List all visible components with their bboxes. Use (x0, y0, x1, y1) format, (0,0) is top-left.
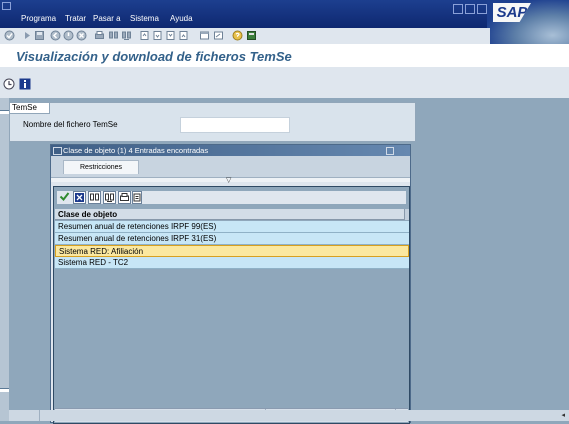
tab-restricciones[interactable]: Restricciones (63, 160, 140, 174)
help-icon[interactable] (232, 30, 243, 41)
info-icon[interactable] (19, 78, 31, 90)
print-icon[interactable] (118, 191, 131, 204)
save-icon[interactable] (34, 30, 45, 41)
execute-icon[interactable] (3, 78, 15, 90)
cancel-icon[interactable] (73, 191, 86, 204)
back-icon[interactable] (50, 30, 61, 41)
command-field-icon[interactable] (22, 30, 33, 41)
menu-tratar[interactable]: Tratar (65, 14, 86, 23)
object-class-dialog: Clase de objeto (1) 4 Entradas encontrad… (50, 144, 411, 424)
left-edge-strip (0, 98, 9, 421)
window-controls (453, 4, 487, 14)
menu-pasar-a[interactable]: Pasar a (93, 14, 121, 23)
last-page-icon[interactable] (178, 30, 189, 41)
menu-programa[interactable]: Programa (21, 14, 56, 23)
dialog-content: Clase de objeto Resumen anual de retenci… (53, 186, 410, 424)
list-item[interactable]: Resumen anual de retenciones IRPF 99(ES) (55, 221, 409, 233)
find-next-icon[interactable] (103, 191, 116, 204)
find-icon[interactable] (88, 191, 101, 204)
application-toolbar (0, 67, 569, 98)
list-header-label: Clase de objeto (58, 210, 118, 219)
print-icon[interactable] (94, 30, 105, 41)
menu-bar: Programa Tratar Pasar a Sistema Ayuda SA… (0, 0, 569, 44)
temse-group-box: TemSe Nombre del fichero TemSe (9, 102, 416, 142)
cancel-icon[interactable] (76, 30, 87, 41)
group-box-title: TemSe (10, 103, 50, 114)
scroll-right-icon[interactable]: ◂ (561, 410, 565, 421)
dialog-title-bar: Clase de objeto (1) 4 Entradas encontrad… (51, 145, 410, 156)
object-class-list: Clase de objeto Resumen anual de retenci… (55, 209, 409, 409)
title-area: Visualización y download de ficheros Tem… (0, 44, 569, 67)
menu-sistema[interactable]: Sistema (130, 14, 159, 23)
exit-icon[interactable] (63, 30, 74, 41)
main-horizontal-scrollbar[interactable]: ◂ (9, 410, 569, 421)
list-item-selected[interactable]: Sistema RED: Afiliación (55, 245, 409, 257)
copy-checkmark-icon[interactable] (59, 191, 70, 202)
shortcut-icon[interactable] (213, 30, 224, 41)
close-window-icon[interactable] (477, 4, 487, 14)
find-icon[interactable] (108, 30, 119, 41)
temse-file-name-input[interactable] (180, 117, 290, 133)
expand-restrictions-icon[interactable]: ▽ (226, 177, 231, 184)
sap-logo-text: SAP (493, 3, 531, 22)
dialog-tabstrip: Restricciones (51, 156, 410, 177)
system-menu-icon[interactable] (2, 2, 11, 10)
minimize-icon[interactable] (453, 4, 463, 14)
column-resize-handle[interactable] (404, 209, 409, 220)
edge-marker (0, 110, 9, 114)
maximize-icon[interactable] (465, 4, 475, 14)
dialog-close-icon[interactable] (386, 147, 394, 155)
menu-ayuda[interactable]: Ayuda (170, 14, 193, 23)
sap-logo: SAP (487, 0, 569, 44)
first-page-icon[interactable] (139, 30, 150, 41)
find-next-icon[interactable] (121, 30, 132, 41)
scrollbar-segment[interactable] (9, 410, 40, 421)
more-icon[interactable] (132, 191, 142, 204)
layout-menu-icon[interactable] (246, 30, 257, 41)
dialog-toolbar (57, 191, 406, 204)
dialog-menu-icon[interactable] (53, 147, 62, 155)
edge-marker (0, 388, 9, 392)
list-item[interactable]: Sistema RED - TC2 (55, 257, 409, 269)
prev-page-icon[interactable] (152, 30, 163, 41)
dialog-title: Clase de objeto (1) 4 Entradas encontrad… (63, 146, 209, 155)
list-item[interactable]: Resumen anual de retenciones IRPF 31(ES) (55, 233, 409, 245)
temse-file-name-label: Nombre del fichero TemSe (23, 120, 118, 129)
checkmark-icon[interactable] (4, 30, 15, 41)
page-title: Visualización y download de ficheros Tem… (16, 49, 292, 64)
standard-toolbar (0, 28, 490, 45)
new-session-icon[interactable] (199, 30, 210, 41)
next-page-icon[interactable] (165, 30, 176, 41)
list-header[interactable]: Clase de objeto (55, 209, 409, 220)
